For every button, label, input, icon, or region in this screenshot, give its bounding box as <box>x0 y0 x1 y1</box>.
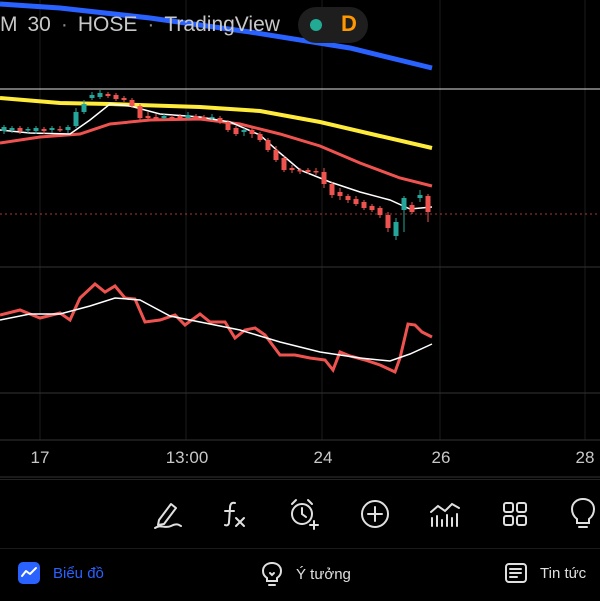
chart-area[interactable]: M 30 · HOSE · TradingView D 17 13:00 24 … <box>0 0 600 478</box>
candle-body <box>137 106 143 118</box>
candle-body <box>153 117 159 119</box>
candle-body <box>369 206 375 210</box>
candle-body <box>217 118 223 122</box>
time-tick: 26 <box>431 448 451 467</box>
candle-body <box>353 199 359 204</box>
candle-body <box>401 198 407 210</box>
candle-body <box>225 122 231 130</box>
candle-body <box>377 208 383 215</box>
separator-dot: · <box>60 13 68 36</box>
candle-body <box>97 93 103 97</box>
interval-label: 30 <box>27 13 51 36</box>
candle-body <box>161 116 167 118</box>
news-icon <box>505 563 527 583</box>
bottom-navigation: Biểu đồ Ý tưởng Tin tức <box>0 548 600 601</box>
candle-body <box>81 104 87 112</box>
candle-body <box>185 115 191 118</box>
market-open-dot <box>310 19 322 31</box>
nav-ideas[interactable]: Ý tưởng <box>260 561 351 587</box>
candle-body <box>113 95 119 99</box>
candle-body <box>409 205 415 212</box>
candle-body <box>241 130 247 132</box>
candle-body <box>337 192 343 196</box>
candle-body <box>329 184 335 195</box>
candle-body <box>305 170 311 172</box>
candle-body <box>57 129 63 131</box>
chart-icon <box>18 562 40 584</box>
candle-body <box>129 100 135 106</box>
exchange-label: HOSE <box>77 13 138 36</box>
candle-body <box>145 116 151 118</box>
candle-body <box>233 128 239 134</box>
time-tick: 13:00 <box>165 448 209 467</box>
candle-body <box>73 112 79 126</box>
nav-news-label: Tin tức <box>540 564 587 582</box>
candle-body <box>273 150 279 160</box>
candle-body <box>17 128 23 131</box>
candle-body <box>281 158 287 170</box>
candle-body <box>425 196 431 212</box>
function-icon[interactable] <box>214 494 254 534</box>
candle-body <box>193 116 199 118</box>
ma-yellow-line <box>0 96 433 150</box>
candle-body <box>385 215 391 228</box>
drawing-toolbar <box>0 479 600 548</box>
candle-body <box>89 95 95 98</box>
time-tick: 28 <box>575 448 595 467</box>
candle-body <box>297 170 303 172</box>
candle-body <box>265 140 271 150</box>
candle-body <box>49 128 55 130</box>
candle-body <box>321 172 327 184</box>
status-letter: D <box>341 11 357 36</box>
ma-red-line <box>0 117 433 188</box>
candle-body <box>201 117 207 119</box>
nav-chart-label: Biểu đồ <box>53 564 104 582</box>
candle-body <box>177 116 183 118</box>
candle-body <box>41 129 47 131</box>
grid <box>39 0 586 440</box>
ideas-icon <box>261 561 283 586</box>
candle-body <box>209 117 215 119</box>
ma-white-line <box>0 103 433 210</box>
candle-body <box>257 134 263 140</box>
price-chart[interactable] <box>0 0 600 478</box>
candle-body <box>393 222 399 236</box>
separator-dot: · <box>147 13 155 36</box>
candle-body <box>25 129 31 131</box>
candle-body <box>9 128 15 130</box>
volume-bars-icon[interactable] <box>425 494 465 534</box>
plus-circle-icon[interactable] <box>355 494 395 534</box>
candle-body <box>33 128 39 131</box>
candle-body <box>417 195 423 198</box>
candle-body <box>289 168 295 170</box>
provider-label: TradingView <box>164 13 280 36</box>
candle-body <box>313 171 319 173</box>
lightbulb-icon[interactable] <box>563 494 600 534</box>
indicator-white-line <box>0 297 433 362</box>
nav-news[interactable]: Tin tức <box>504 561 586 585</box>
candle-body <box>169 117 175 119</box>
candle-body <box>121 98 127 100</box>
candle-body <box>345 196 351 200</box>
alarm-add-icon[interactable] <box>284 494 324 534</box>
candle-body <box>249 130 255 134</box>
pencil-icon[interactable] <box>147 494 187 534</box>
candle-body <box>105 94 111 96</box>
candle-body <box>65 127 71 130</box>
time-tick: 24 <box>313 448 333 467</box>
nav-chart[interactable]: Biểu đồ <box>17 561 104 585</box>
nav-ideas-label: Ý tưởng <box>296 565 351 583</box>
grid-icon[interactable] <box>495 494 535 534</box>
candle-body <box>1 127 7 131</box>
candle-body <box>361 202 367 208</box>
symbol-header[interactable]: M 30 · HOSE · TradingView <box>0 8 290 42</box>
time-tick: 17 <box>30 448 50 467</box>
timeframe-prefix: M <box>0 13 18 36</box>
market-status-badge[interactable]: D <box>298 7 368 43</box>
